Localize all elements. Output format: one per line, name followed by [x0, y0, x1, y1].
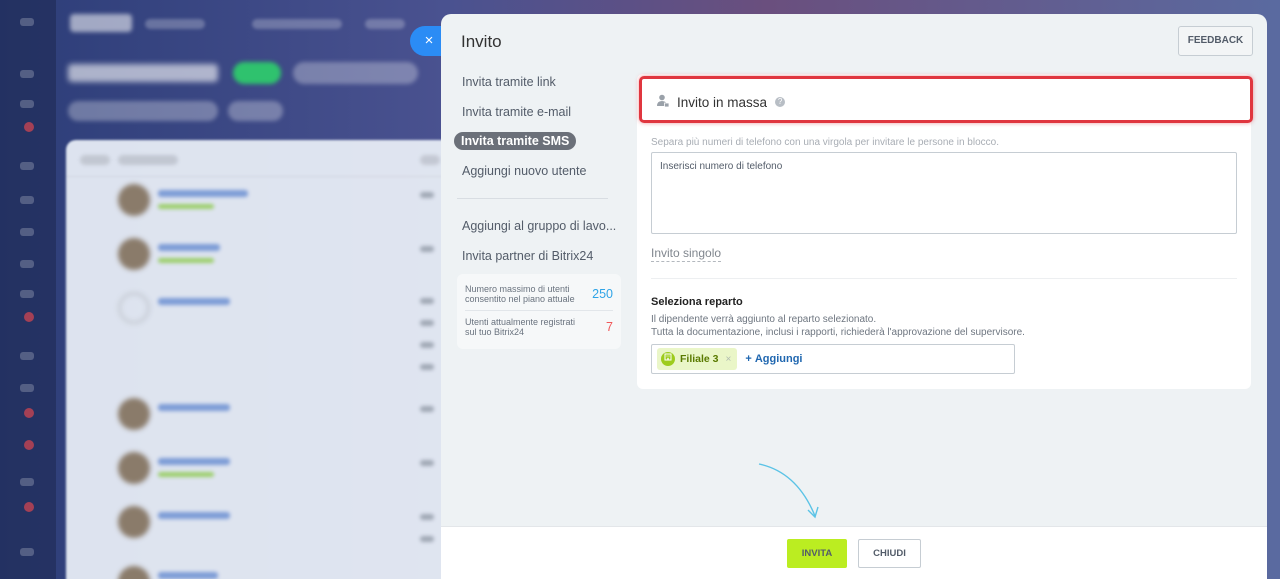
nav-icon	[20, 384, 34, 392]
add-department-button[interactable]: + Aggiungi	[745, 353, 802, 365]
add-department-label: Aggiungi	[754, 353, 803, 365]
nav-icon	[20, 196, 34, 204]
user-stats: Numero massimo di utenti consentito nel …	[457, 274, 621, 349]
top-menu-item	[252, 19, 342, 29]
close-button[interactable]: CHIUDI	[858, 539, 921, 568]
menu-item-add-to-workgroup[interactable]: Aggiungi al gruppo di lavo...	[457, 213, 622, 243]
nav-badge	[24, 312, 34, 322]
top-menu-item	[365, 19, 405, 29]
feedback-button[interactable]: FEEDBACK	[1178, 26, 1253, 56]
stat-label: Utenti attualmente registrati sul tuo Bi…	[465, 317, 576, 337]
background-filter	[293, 62, 418, 84]
nav-icon	[20, 70, 34, 78]
stat-value: 250	[592, 287, 613, 301]
department-tag-label: Filiale 3	[680, 353, 719, 365]
avatar	[118, 292, 150, 324]
mass-invite-title: Invito in massa	[677, 94, 768, 110]
nav-icon	[20, 162, 34, 170]
stat-max-users: Numero massimo di utenti consentito nel …	[465, 278, 613, 310]
top-menu-item	[145, 19, 205, 29]
background-employee-table	[66, 140, 456, 579]
background-search-button	[228, 101, 283, 121]
plus-icon: +	[745, 353, 752, 365]
nav-icon	[20, 352, 34, 360]
panel-title: Invito	[461, 32, 502, 51]
invite-panel: Invito FEEDBACK Invita tramite link Invi…	[441, 14, 1267, 579]
menu-item-add-user[interactable]: Aggiungi nuovo utente	[457, 158, 622, 188]
invite-button[interactable]: INVITA	[787, 539, 847, 568]
nav-badge	[24, 440, 34, 450]
stat-label: Numero massimo di utenti consentito nel …	[465, 284, 575, 304]
user-icon	[657, 94, 670, 110]
nav-icon	[20, 18, 34, 26]
avatar	[118, 566, 150, 579]
nav-badge	[24, 408, 34, 418]
invite-menu: Invita tramite link Invita tramite e-mai…	[454, 69, 622, 349]
menu-item-invite-sms[interactable]: Invita tramite SMS	[454, 128, 622, 158]
nav-icon	[20, 260, 34, 268]
avatar	[118, 238, 150, 270]
stat-value: 7	[606, 320, 613, 334]
single-invite-link[interactable]: Invito singolo	[651, 246, 722, 262]
pointer-arrow	[758, 463, 819, 519]
nav-icon	[20, 100, 34, 108]
left-nav-bar	[0, 0, 56, 579]
phones-hint: Separa più numeri di telefono con una vi…	[651, 137, 999, 148]
menu-divider	[457, 198, 608, 199]
department-title: Seleziona reparto	[651, 296, 743, 308]
nav-badge	[24, 122, 34, 132]
department-description-line: Tutta la documentazione, inclusi i rappo…	[651, 327, 1025, 338]
avatar	[118, 452, 150, 484]
nav-icon	[20, 478, 34, 486]
background-add-button	[233, 62, 281, 84]
app-logo	[70, 14, 132, 32]
background-search	[68, 101, 218, 121]
section-divider	[651, 278, 1237, 279]
nav-badge	[24, 502, 34, 512]
menu-item-invite-partner[interactable]: Invita partner di Bitrix24	[457, 243, 622, 273]
close-icon: ×	[424, 32, 434, 49]
phone-numbers-input[interactable]	[651, 152, 1237, 234]
nav-icon	[20, 548, 34, 556]
avatar	[118, 184, 150, 216]
stat-registered-users: Utenti attualmente registrati sul tuo Bi…	[465, 310, 613, 343]
menu-item-invite-link[interactable]: Invita tramite link	[457, 69, 622, 99]
department-description-line: Il dipendente verrà aggiunto al reparto …	[651, 314, 877, 325]
nav-icon	[20, 290, 34, 298]
menu-item-label: Invita tramite SMS	[454, 132, 577, 150]
panel-footer: INVITA CHIUDI	[441, 526, 1267, 579]
remove-tag-icon[interactable]: ×	[726, 354, 732, 365]
close-slider-button[interactable]: ×	[410, 26, 444, 56]
background-page-title	[68, 64, 218, 82]
mass-invite-header: Invito in massa ?	[657, 94, 786, 110]
department-selector[interactable]: Filiale 3 × + Aggiungi	[651, 344, 1015, 374]
department-tag: Filiale 3 ×	[657, 348, 738, 370]
nav-icon	[20, 228, 34, 236]
building-icon	[661, 352, 675, 366]
avatar	[118, 506, 150, 538]
department-description: Il dipendente verrà aggiunto al reparto …	[651, 313, 1025, 339]
avatar	[118, 398, 150, 430]
menu-item-invite-email[interactable]: Invita tramite e-mail	[457, 99, 622, 129]
help-icon[interactable]: ?	[775, 97, 786, 107]
